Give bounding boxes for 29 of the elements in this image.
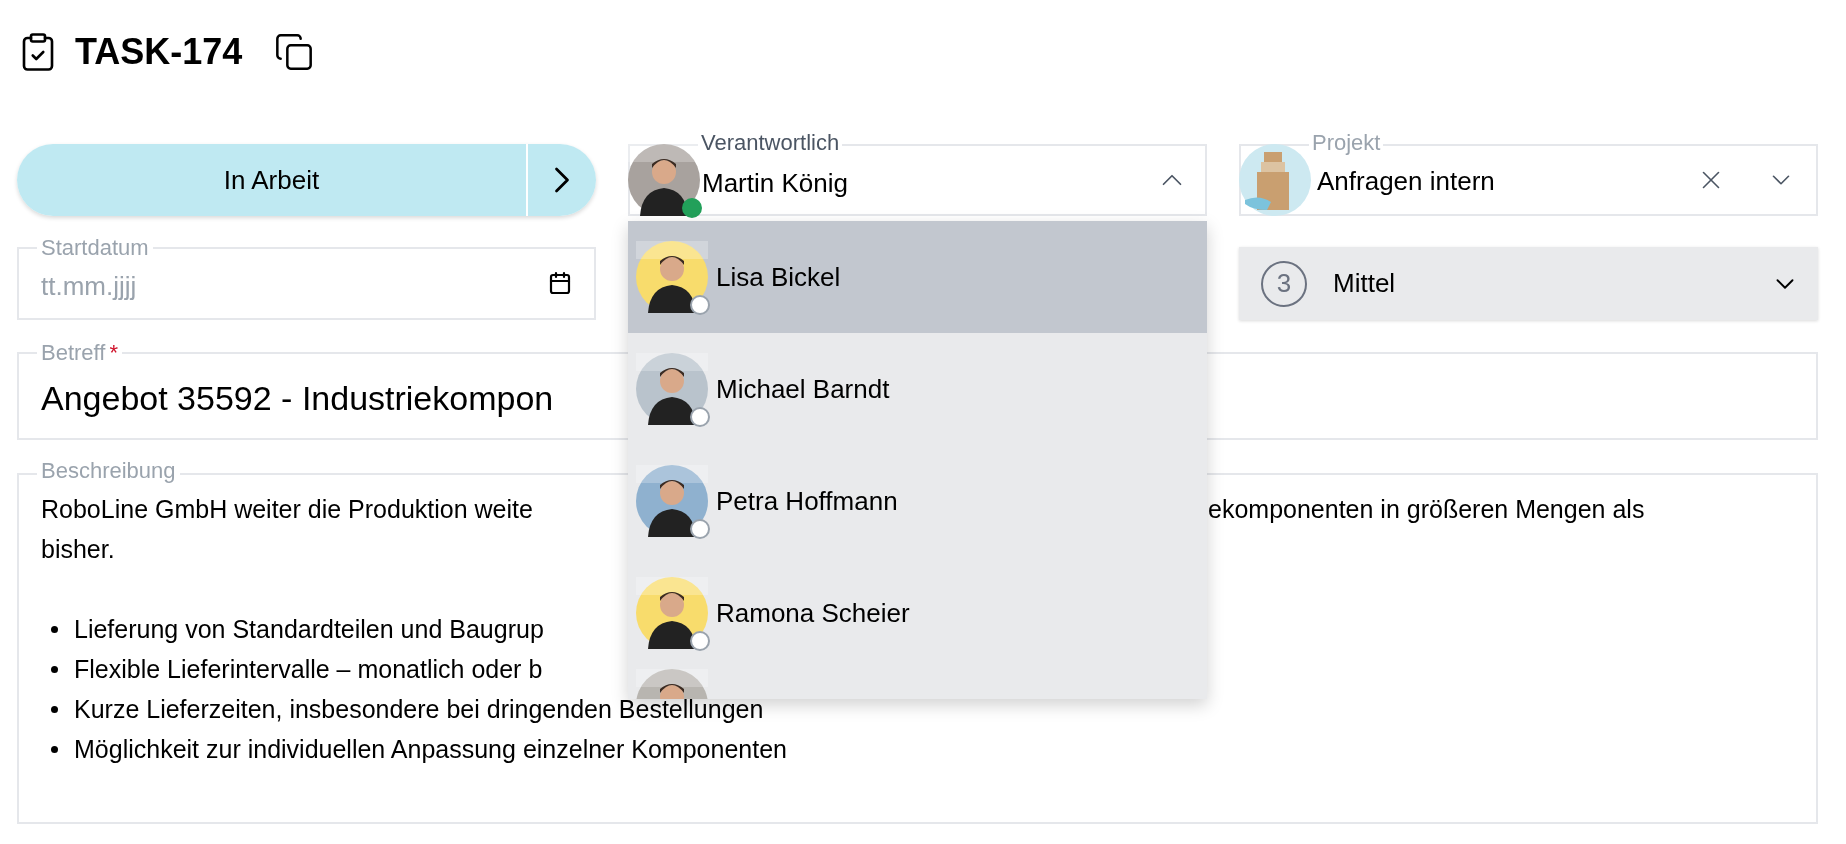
task-title: TASK-174 bbox=[75, 30, 243, 74]
list-item: Flexible Lieferintervalle – monatlich oder b bbox=[74, 654, 543, 685]
description-text: ekomponenten in größeren Mengen als bbox=[1208, 494, 1645, 525]
option-name: Petra Hoffmann bbox=[716, 484, 898, 518]
bullet-icon bbox=[51, 665, 58, 673]
description-text: bisher. bbox=[41, 534, 116, 565]
priority-select[interactable]: 3 Mittel bbox=[1239, 247, 1818, 320]
assignee-option[interactable]: Ramona Scheier bbox=[628, 557, 1207, 669]
option-name: Michael Barndt bbox=[716, 372, 890, 406]
list-item: Kurze Lieferzeiten, insbesondere bei dringenden Bestellungen bbox=[74, 694, 764, 725]
priority-number: 3 bbox=[1261, 260, 1307, 307]
assignee-option[interactable]: Lisa Bickel bbox=[628, 221, 1207, 333]
list-item: Lieferung von Standardteilen und Baugrup bbox=[74, 614, 544, 645]
status-button[interactable]: In Arbeit bbox=[17, 144, 526, 216]
project-value: Anfragen intern bbox=[1317, 164, 1495, 198]
bullet-icon bbox=[51, 705, 58, 713]
priority-label: Mittel bbox=[1333, 267, 1396, 300]
option-name: Lisa Bickel bbox=[716, 260, 841, 294]
assignee-option[interactable]: Petra Hoffmann bbox=[628, 445, 1207, 557]
description-text: RoboLine GmbH weiter die Produktion weite bbox=[41, 494, 534, 525]
subject-value: Angebot 35592 - Industriekompon bbox=[41, 377, 554, 419]
copy-icon[interactable] bbox=[274, 32, 315, 72]
assignee-option[interactable]: Michael Barndt bbox=[628, 333, 1207, 445]
option-name: Ramona Scheier bbox=[716, 596, 910, 630]
bullet-icon bbox=[51, 745, 58, 753]
calendar-icon[interactable] bbox=[548, 271, 572, 295]
bullet-icon bbox=[51, 625, 58, 633]
assignee-value: Martin König bbox=[702, 166, 848, 200]
list-item: Möglichkeit zur individuellen Anpassung einzelner Komponenten bbox=[74, 734, 787, 765]
